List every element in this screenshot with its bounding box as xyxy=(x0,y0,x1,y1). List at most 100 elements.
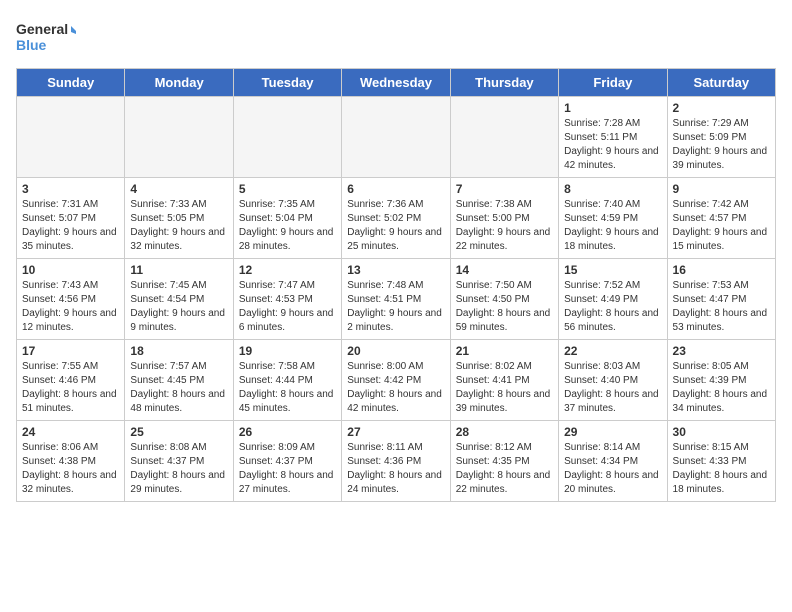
svg-text:General: General xyxy=(16,21,68,37)
day-info: Sunrise: 7:48 AM Sunset: 4:51 PM Dayligh… xyxy=(347,279,444,335)
day-number: 29 xyxy=(564,425,661,439)
day-info: Sunrise: 8:12 AM Sunset: 4:35 PM Dayligh… xyxy=(456,441,553,497)
day-number: 27 xyxy=(347,425,444,439)
day-number: 22 xyxy=(564,344,661,358)
day-header-wednesday: Wednesday xyxy=(342,69,450,97)
day-info: Sunrise: 8:00 AM Sunset: 4:42 PM Dayligh… xyxy=(347,360,444,416)
day-info: Sunrise: 7:36 AM Sunset: 5:02 PM Dayligh… xyxy=(347,198,444,254)
day-number: 17 xyxy=(22,344,119,358)
day-header-saturday: Saturday xyxy=(667,69,775,97)
calendar-cell: 5 Sunrise: 7:35 AM Sunset: 5:04 PM Daylig… xyxy=(233,178,341,259)
day-number: 8 xyxy=(564,182,661,196)
calendar-cell: 8 Sunrise: 7:40 AM Sunset: 4:59 PM Daylig… xyxy=(559,178,667,259)
calendar-cell: 13 Sunrise: 7:48 AM Sunset: 4:51 PM Dayli… xyxy=(342,259,450,340)
calendar-cell: 15 Sunrise: 7:52 AM Sunset: 4:49 PM Dayli… xyxy=(559,259,667,340)
calendar-cell: 18 Sunrise: 7:57 AM Sunset: 4:45 PM Dayli… xyxy=(125,340,233,421)
calendar-cell: 11 Sunrise: 7:45 AM Sunset: 4:54 PM Dayli… xyxy=(125,259,233,340)
logo: General Blue xyxy=(16,16,76,60)
day-info: Sunrise: 8:11 AM Sunset: 4:36 PM Dayligh… xyxy=(347,441,444,497)
day-number: 4 xyxy=(130,182,227,196)
calendar-cell: 1 Sunrise: 7:28 AM Sunset: 5:11 PM Daylig… xyxy=(559,97,667,178)
day-info: Sunrise: 7:58 AM Sunset: 4:44 PM Dayligh… xyxy=(239,360,336,416)
day-header-monday: Monday xyxy=(125,69,233,97)
calendar-cell: 14 Sunrise: 7:50 AM Sunset: 4:50 PM Dayli… xyxy=(450,259,558,340)
calendar-cell: 9 Sunrise: 7:42 AM Sunset: 4:57 PM Daylig… xyxy=(667,178,775,259)
calendar-cell: 30Sunrise: 8:15 AM Sunset: 4:33 PM Dayli… xyxy=(667,421,775,502)
calendar-cell: 10 Sunrise: 7:43 AM Sunset: 4:56 PM Dayli… xyxy=(17,259,125,340)
day-info: Sunrise: 7:45 AM Sunset: 4:54 PM Dayligh… xyxy=(130,279,227,335)
day-number: 9 xyxy=(673,182,770,196)
svg-text:Blue: Blue xyxy=(16,37,47,53)
calendar-cell: 17 Sunrise: 7:55 AM Sunset: 4:46 PM Dayli… xyxy=(17,340,125,421)
page-header: General Blue xyxy=(16,16,776,60)
day-number: 13 xyxy=(347,263,444,277)
calendar-cell xyxy=(450,97,558,178)
day-number: 5 xyxy=(239,182,336,196)
day-info: Sunrise: 8:14 AM Sunset: 4:34 PM Dayligh… xyxy=(564,441,661,497)
day-info: Sunrise: 8:03 AM Sunset: 4:40 PM Dayligh… xyxy=(564,360,661,416)
calendar-cell: 7Sunrise: 7:38 AM Sunset: 5:00 PM Daylig… xyxy=(450,178,558,259)
day-info: Sunrise: 8:08 AM Sunset: 4:37 PM Dayligh… xyxy=(130,441,227,497)
day-info: Sunrise: 7:55 AM Sunset: 4:46 PM Dayligh… xyxy=(22,360,119,416)
calendar-table: SundayMondayTuesdayWednesdayThursdayFrid… xyxy=(16,68,776,502)
calendar-cell: 22 Sunrise: 8:03 AM Sunset: 4:40 PM Dayli… xyxy=(559,340,667,421)
calendar-cell xyxy=(17,97,125,178)
calendar-cell: 25 Sunrise: 8:08 AM Sunset: 4:37 PM Dayli… xyxy=(125,421,233,502)
day-number: 19 xyxy=(239,344,336,358)
calendar-cell: 28 Sunrise: 8:12 AM Sunset: 4:35 PM Dayli… xyxy=(450,421,558,502)
day-number: 26 xyxy=(239,425,336,439)
day-info: Sunrise: 7:43 AM Sunset: 4:56 PM Dayligh… xyxy=(22,279,119,335)
calendar-cell xyxy=(233,97,341,178)
day-number: 25 xyxy=(130,425,227,439)
calendar-cell: 24Sunrise: 8:06 AM Sunset: 4:38 PM Dayli… xyxy=(17,421,125,502)
day-info: Sunrise: 8:15 AM Sunset: 4:33 PM Dayligh… xyxy=(673,441,770,497)
calendar-cell: 21 Sunrise: 8:02 AM Sunset: 4:41 PM Dayli… xyxy=(450,340,558,421)
day-info: Sunrise: 8:05 AM Sunset: 4:39 PM Dayligh… xyxy=(673,360,770,416)
day-number: 10 xyxy=(22,263,119,277)
day-number: 6 xyxy=(347,182,444,196)
calendar-cell: 20 Sunrise: 8:00 AM Sunset: 4:42 PM Dayli… xyxy=(342,340,450,421)
day-info: Sunrise: 7:35 AM Sunset: 5:04 PM Dayligh… xyxy=(239,198,336,254)
day-info: Sunrise: 7:53 AM Sunset: 4:47 PM Dayligh… xyxy=(673,279,770,335)
logo-svg: General Blue xyxy=(16,16,76,60)
day-info: Sunrise: 7:47 AM Sunset: 4:53 PM Dayligh… xyxy=(239,279,336,335)
calendar-cell: 6 Sunrise: 7:36 AM Sunset: 5:02 PM Daylig… xyxy=(342,178,450,259)
calendar-cell: 19 Sunrise: 7:58 AM Sunset: 4:44 PM Dayli… xyxy=(233,340,341,421)
day-info: Sunrise: 7:33 AM Sunset: 5:05 PM Dayligh… xyxy=(130,198,227,254)
day-header-thursday: Thursday xyxy=(450,69,558,97)
day-info: Sunrise: 7:52 AM Sunset: 4:49 PM Dayligh… xyxy=(564,279,661,335)
day-info: Sunrise: 8:02 AM Sunset: 4:41 PM Dayligh… xyxy=(456,360,553,416)
calendar-cell: 26 Sunrise: 8:09 AM Sunset: 4:37 PM Dayli… xyxy=(233,421,341,502)
calendar-cell: 12 Sunrise: 7:47 AM Sunset: 4:53 PM Dayli… xyxy=(233,259,341,340)
day-number: 20 xyxy=(347,344,444,358)
day-number: 14 xyxy=(456,263,553,277)
day-number: 15 xyxy=(564,263,661,277)
day-info: Sunrise: 7:29 AM Sunset: 5:09 PM Dayligh… xyxy=(673,117,770,173)
day-number: 16 xyxy=(673,263,770,277)
day-number: 21 xyxy=(456,344,553,358)
calendar-cell xyxy=(125,97,233,178)
calendar-cell: 23Sunrise: 8:05 AM Sunset: 4:39 PM Dayli… xyxy=(667,340,775,421)
day-info: Sunrise: 7:42 AM Sunset: 4:57 PM Dayligh… xyxy=(673,198,770,254)
day-header-sunday: Sunday xyxy=(17,69,125,97)
calendar-cell: 3 Sunrise: 7:31 AM Sunset: 5:07 PM Daylig… xyxy=(17,178,125,259)
day-info: Sunrise: 7:40 AM Sunset: 4:59 PM Dayligh… xyxy=(564,198,661,254)
day-number: 12 xyxy=(239,263,336,277)
day-info: Sunrise: 7:50 AM Sunset: 4:50 PM Dayligh… xyxy=(456,279,553,335)
day-info: Sunrise: 7:31 AM Sunset: 5:07 PM Dayligh… xyxy=(22,198,119,254)
day-info: Sunrise: 8:09 AM Sunset: 4:37 PM Dayligh… xyxy=(239,441,336,497)
day-info: Sunrise: 7:57 AM Sunset: 4:45 PM Dayligh… xyxy=(130,360,227,416)
day-info: Sunrise: 7:28 AM Sunset: 5:11 PM Dayligh… xyxy=(564,117,661,173)
day-number: 28 xyxy=(456,425,553,439)
calendar-cell: 16 Sunrise: 7:53 AM Sunset: 4:47 PM Dayli… xyxy=(667,259,775,340)
calendar-cell: 27 Sunrise: 8:11 AM Sunset: 4:36 PM Dayli… xyxy=(342,421,450,502)
day-number: 2 xyxy=(673,101,770,115)
day-number: 24 xyxy=(22,425,119,439)
day-header-tuesday: Tuesday xyxy=(233,69,341,97)
day-header-friday: Friday xyxy=(559,69,667,97)
calendar-cell: 29 Sunrise: 8:14 AM Sunset: 4:34 PM Dayli… xyxy=(559,421,667,502)
day-number: 1 xyxy=(564,101,661,115)
day-number: 11 xyxy=(130,263,227,277)
day-number: 3 xyxy=(22,182,119,196)
day-number: 18 xyxy=(130,344,227,358)
